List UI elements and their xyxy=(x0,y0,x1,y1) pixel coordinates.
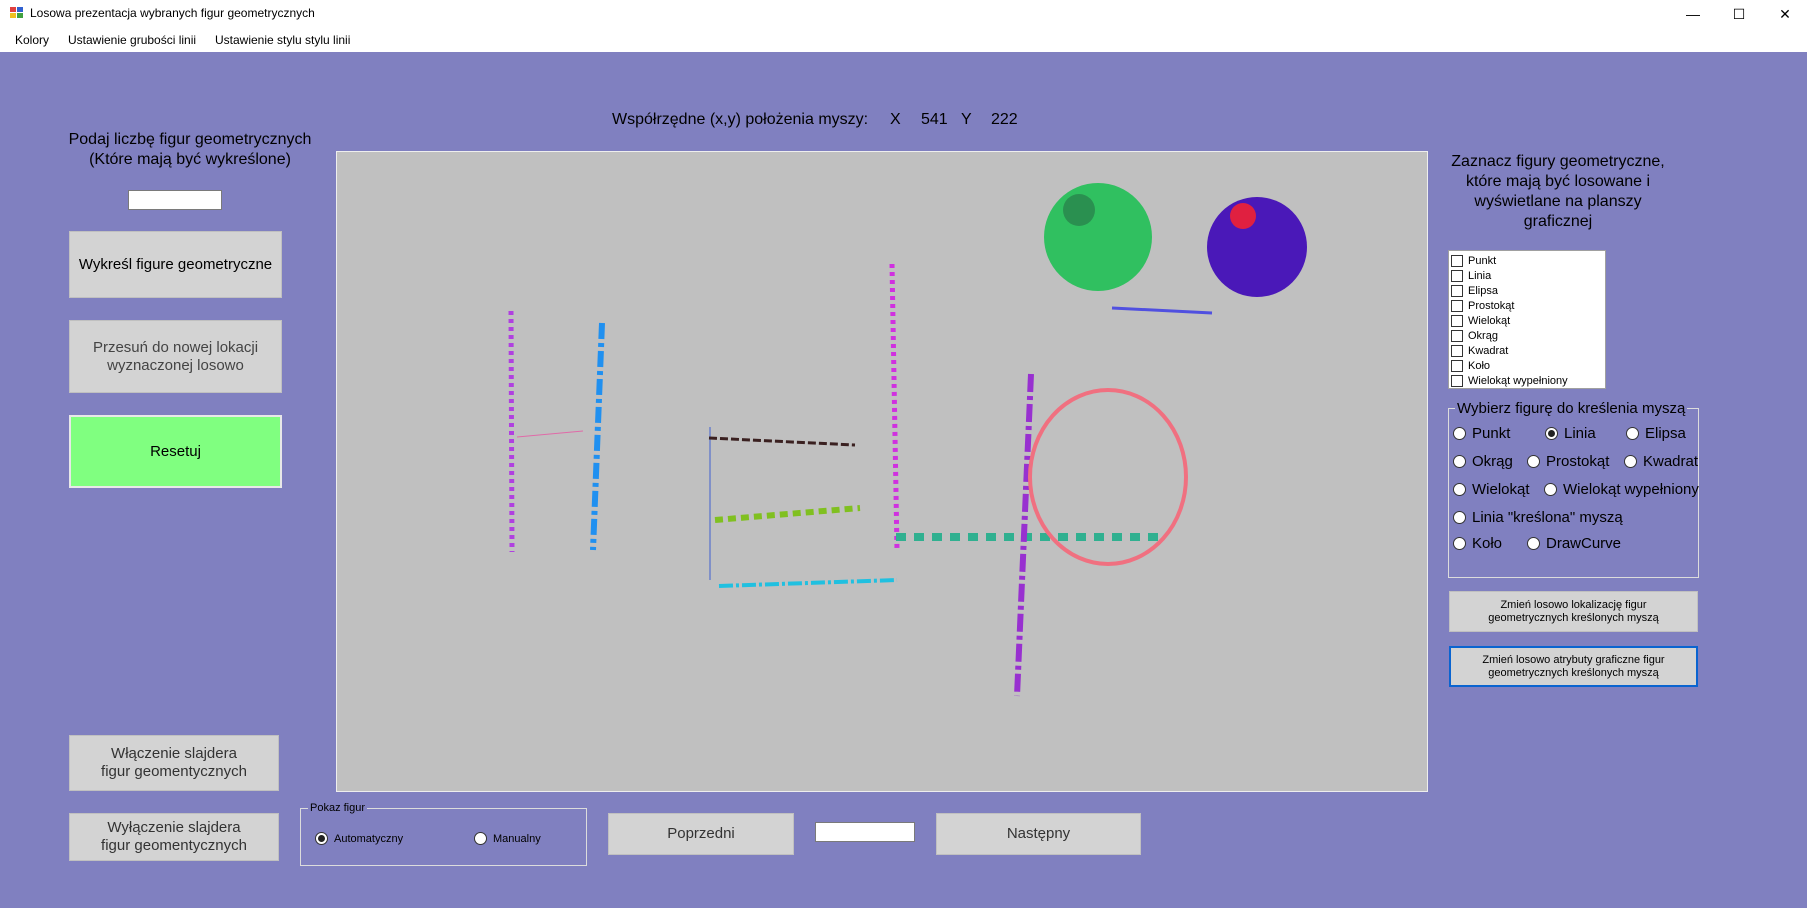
check-item-wielokat-wypelniony[interactable]: Wielokąt wypełniony xyxy=(1451,373,1603,388)
draw-figures-button[interactable]: Wykreśl figure geometryczne xyxy=(69,231,282,298)
check-label: Wielokąt wypełniony xyxy=(1468,374,1568,387)
checkbox[interactable] xyxy=(1451,254,1463,267)
radio-okrag[interactable]: Okrąg xyxy=(1453,453,1513,470)
minimize-icon: — xyxy=(1686,6,1700,22)
checkbox[interactable] xyxy=(1451,344,1463,357)
check-label: Linia xyxy=(1468,269,1492,282)
red-dot xyxy=(1230,203,1256,229)
radio-wielokat[interactable]: Wielokąt xyxy=(1453,481,1530,498)
x-value: 541 xyxy=(921,111,948,128)
radio-drawcurve[interactable]: DrawCurve xyxy=(1527,535,1621,552)
lime-dashed-line xyxy=(714,505,861,523)
slider-on-button[interactable]: Włączenie slajdera figur geomentycznych xyxy=(69,735,279,791)
check-label: Koło xyxy=(1468,359,1491,372)
checkbox[interactable] xyxy=(1451,269,1463,282)
check-item-wielokat[interactable]: Wielokąt xyxy=(1451,313,1603,328)
y-label: Y xyxy=(961,111,972,128)
check-label: Okrąg xyxy=(1468,329,1498,342)
close-icon: ✕ xyxy=(1779,5,1791,22)
radio-punkt[interactable]: Punkt xyxy=(1453,425,1510,442)
reset-button[interactable]: Resetuj xyxy=(69,415,282,488)
menu-line-width[interactable]: Ustawienie grubości linii xyxy=(68,33,196,47)
menu-bar: Kolory Ustawienie grubości linii Ustawie… xyxy=(0,28,1807,52)
minimize-button[interactable]: — xyxy=(1670,0,1716,28)
check-item-punkt[interactable]: Punkt xyxy=(1451,253,1603,268)
next-button[interactable]: Następny xyxy=(936,813,1141,855)
maximize-button[interactable]: ☐ xyxy=(1716,0,1762,28)
check-item-kwadrat[interactable]: Kwadrat xyxy=(1451,343,1603,358)
show-group-title: Pokaz figur xyxy=(308,802,368,814)
radio-automatic[interactable]: Automatyczny xyxy=(315,832,403,845)
purple-dotted-line xyxy=(508,310,515,553)
app-icon xyxy=(10,7,24,19)
y-value: 222 xyxy=(991,111,1018,128)
brown-dashed-line xyxy=(708,436,856,447)
radio-prostokat[interactable]: Prostokąt xyxy=(1527,453,1609,470)
check-label: Wielokąt xyxy=(1468,314,1511,327)
checkbox[interactable] xyxy=(1451,359,1463,372)
radio-kolo[interactable]: Koło xyxy=(1453,535,1502,552)
checklist-label: Zaznacz figury geometryczne, które mają … xyxy=(1451,153,1665,230)
canvas-shapes xyxy=(508,183,1307,697)
radio-kwadrat[interactable]: Kwadrat xyxy=(1624,453,1698,470)
radio-wielokat-wypelniony[interactable]: Wielokąt wypełniony xyxy=(1544,481,1699,498)
radio-elipsa[interactable]: Elipsa xyxy=(1626,425,1686,442)
checkbox[interactable] xyxy=(1451,284,1463,297)
check-item-okrag[interactable]: Okrąg xyxy=(1451,328,1603,343)
radio-linia[interactable]: Linia xyxy=(1545,425,1596,442)
blue-short-line xyxy=(1111,306,1213,315)
cyan-dashdot-line xyxy=(718,578,898,588)
slider-off-button[interactable]: Wyłączenie slajdera figur geomentycznych xyxy=(69,813,279,861)
change-attributes-button[interactable]: Zmień losowo atrybuty graficzne figur ge… xyxy=(1449,646,1698,687)
radio-manual[interactable]: Manualny xyxy=(474,832,541,845)
close-button[interactable]: ✕ xyxy=(1762,0,1807,28)
check-item-kolo[interactable]: Koło xyxy=(1451,358,1603,373)
x-label: X xyxy=(890,111,901,128)
check-label: Elipsa xyxy=(1468,284,1498,297)
maximize-icon: ☐ xyxy=(1732,5,1746,22)
check-label: Prostokąt xyxy=(1468,299,1515,312)
move-random-button[interactable]: Przesuń do nowej lokacji wyznaczonej los… xyxy=(69,320,282,393)
title-bar: Losowa prezentacja wybranych figur geome… xyxy=(0,0,1807,28)
checkbox[interactable] xyxy=(1451,299,1463,312)
indigo-circle xyxy=(1207,197,1307,297)
check-item-prostokat[interactable]: Prostokąt xyxy=(1451,298,1603,313)
blue-dashdot-line xyxy=(590,322,605,551)
green-circle xyxy=(1044,183,1152,291)
page-input[interactable] xyxy=(815,822,915,842)
menu-line-style[interactable]: Ustawienie stylu stylu linii xyxy=(215,33,350,47)
check-label: Kwadrat xyxy=(1468,344,1509,357)
figure-count-label: Podaj liczbę figur geometrycznych (Które… xyxy=(68,131,312,168)
checkbox[interactable] xyxy=(1451,374,1463,387)
magenta-dotted-line xyxy=(889,263,900,551)
check-label: Punkt xyxy=(1468,254,1497,267)
checkbox[interactable] xyxy=(1451,329,1463,342)
figure-count-input[interactable] xyxy=(128,190,222,210)
previous-button[interactable]: Poprzedni xyxy=(608,813,794,855)
window-title: Losowa prezentacja wybranych figur geome… xyxy=(30,6,315,20)
mouse-coords-label: Współrzędne (x,y) położenia myszy: xyxy=(612,111,869,128)
checkbox[interactable] xyxy=(1451,314,1463,327)
drawing-canvas[interactable] xyxy=(336,151,1428,792)
menu-kolory[interactable]: Kolory xyxy=(15,33,49,47)
pink-thin-line xyxy=(516,430,584,438)
check-item-linia[interactable]: Linia xyxy=(1451,268,1603,283)
mouse-group-title: Wybierz figurę do kreślenia myszą xyxy=(1455,400,1688,417)
change-location-button[interactable]: Zmień losowo lokalizację figur geometryc… xyxy=(1449,591,1698,632)
check-item-elipsa[interactable]: Elipsa xyxy=(1451,283,1603,298)
green-circle-spot xyxy=(1063,194,1095,226)
radio-linia-kreslona[interactable]: Linia "kreślona" myszą xyxy=(1453,509,1623,526)
pink-ellipse xyxy=(1028,388,1188,566)
figure-checklist: Punkt Linia Elipsa Prostokąt Wielokąt Ok… xyxy=(1448,250,1606,389)
